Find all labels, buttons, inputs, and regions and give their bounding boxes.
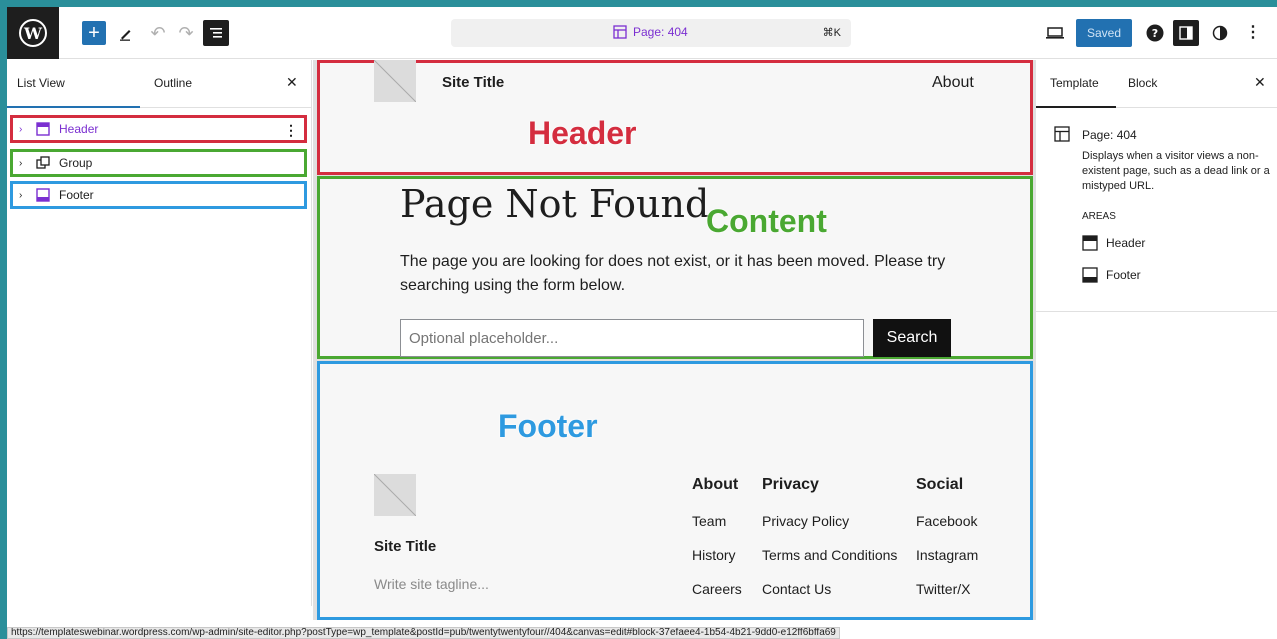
list-view-icon: [210, 28, 222, 38]
layout-icon: [1054, 126, 1070, 142]
content-description[interactable]: The page you are looking for does not ex…: [400, 250, 960, 298]
list-item-footer[interactable]: › Footer: [10, 181, 307, 209]
tab-outline[interactable]: Outline: [154, 76, 192, 90]
options-button[interactable]: ⋮: [1241, 21, 1265, 45]
document-overview-button[interactable]: [203, 20, 229, 46]
search-input[interactable]: Optional placeholder...: [400, 319, 864, 357]
template-title: Page: 404: [1082, 128, 1137, 142]
editor-canvas: Site Title About Header Page Not Found C…: [313, 60, 1035, 620]
saved-button[interactable]: Saved: [1076, 19, 1132, 47]
more-vertical-icon: ⋮: [1245, 24, 1261, 41]
content-title[interactable]: Page Not Found: [400, 182, 709, 226]
footer-link[interactable]: Team: [692, 513, 726, 529]
footer-annotation-label: Footer: [498, 408, 598, 444]
svg-text:W: W: [23, 24, 43, 43]
footer-template-part[interactable]: Footer Site Title Write site tagline... …: [317, 361, 1033, 620]
plus-icon: +: [88, 22, 100, 44]
list-view-tabs: List View Outline ✕: [7, 60, 311, 108]
settings-sidebar: Template Block ✕ Page: 404 Displays when…: [1035, 60, 1277, 620]
area-header-item[interactable]: Header: [1082, 235, 1145, 251]
document-title-text: Page: 404: [633, 25, 688, 39]
footer-link[interactable]: Careers: [692, 581, 742, 597]
tab-template[interactable]: Template: [1050, 76, 1099, 90]
footer-link[interactable]: Terms and Conditions: [762, 547, 897, 563]
list-item-header-label: Header: [59, 122, 99, 136]
layout-icon: [613, 25, 627, 39]
close-list-view-icon[interactable]: ✕: [286, 74, 298, 91]
area-header-label: Header: [1106, 236, 1146, 250]
add-block-button[interactable]: +: [82, 21, 106, 45]
group-block-icon: [35, 155, 51, 171]
browser-status-url: https://templateswebinar.wordpress.com/w…: [7, 627, 840, 639]
tab-list-view[interactable]: List View: [17, 76, 65, 90]
footer-col-social-heading[interactable]: Social: [916, 476, 963, 494]
header-template-part[interactable]: Site Title About Header: [317, 60, 1033, 175]
search-button[interactable]: Search: [873, 319, 951, 357]
active-tab-indicator: [7, 106, 140, 108]
chevron-right-icon[interactable]: ›: [19, 158, 35, 169]
wordpress-logo-icon: W: [19, 19, 47, 47]
content-annotation-label: Content: [706, 203, 827, 239]
site-editor: W + ↶ ↷ Page: 404 ⌘K Saved ? ⋮ List View…: [7, 7, 1277, 639]
header-area-icon: [1082, 235, 1098, 251]
undo-icon: ↶: [150, 23, 166, 43]
footer-tagline[interactable]: Write site tagline...: [374, 576, 489, 592]
footer-logo-placeholder[interactable]: [374, 474, 416, 516]
help-button[interactable]: ?: [1143, 21, 1167, 45]
command-bar[interactable]: Page: 404 ⌘K: [451, 19, 851, 47]
footer-link[interactable]: History: [692, 547, 736, 563]
redo-button[interactable]: ↷: [174, 21, 198, 45]
footer-link[interactable]: Facebook: [916, 513, 977, 529]
tab-block[interactable]: Block: [1128, 76, 1157, 90]
footer-area-icon: [1082, 267, 1098, 283]
template-summary: Page: 404 Displays when a visitor views …: [1036, 108, 1277, 312]
command-shortcut: ⌘K: [822, 27, 841, 39]
tools-button[interactable]: [114, 21, 138, 45]
content-group[interactable]: Page Not Found Content The page you are …: [317, 176, 1033, 359]
settings-sidebar-button[interactable]: [1173, 20, 1199, 46]
list-item-group[interactable]: › Group: [10, 149, 307, 177]
header-site-title[interactable]: Site Title: [442, 74, 504, 91]
footer-link[interactable]: Privacy Policy: [762, 513, 849, 529]
contrast-icon: [1212, 25, 1228, 41]
sidebar-icon: [1179, 26, 1193, 40]
chevron-right-icon[interactable]: ›: [19, 124, 35, 135]
areas-heading: AREAS: [1082, 211, 1116, 222]
footer-link[interactable]: Twitter/X: [916, 581, 970, 597]
template-description: Displays when a visitor views a non-exis…: [1082, 150, 1270, 192]
pencil-icon: [120, 30, 131, 41]
footer-col-about-heading[interactable]: About: [692, 476, 738, 494]
footer-site-title[interactable]: Site Title: [374, 538, 436, 555]
styles-button[interactable]: [1208, 21, 1232, 45]
area-footer-label: Footer: [1106, 268, 1141, 282]
wordpress-logo-button[interactable]: W: [7, 7, 59, 59]
chevron-right-icon[interactable]: ›: [19, 190, 35, 201]
redo-icon: ↷: [178, 23, 194, 43]
list-item-group-label: Group: [59, 156, 93, 170]
list-item-footer-label: Footer: [59, 188, 94, 202]
document-title: Page: 404: [613, 25, 688, 39]
search-placeholder: Optional placeholder...: [409, 330, 559, 347]
list-item-header[interactable]: › Header ⋮: [10, 115, 307, 143]
undo-button[interactable]: ↶: [146, 21, 170, 45]
list-view-panel: List View Outline ✕ › Header ⋮ › Group ›…: [7, 60, 312, 606]
footer-block-icon: [35, 187, 51, 203]
footer-link[interactable]: Contact Us: [762, 581, 831, 597]
header-nav-about[interactable]: About: [932, 74, 974, 92]
header-block-icon: [35, 121, 51, 137]
svg-text:?: ?: [1152, 27, 1158, 40]
settings-tabs: Template Block ✕: [1036, 60, 1277, 108]
desktop-icon: [1046, 27, 1064, 39]
footer-col-privacy-heading[interactable]: Privacy: [762, 476, 819, 494]
header-annotation-label: Header: [528, 115, 637, 151]
footer-link[interactable]: Instagram: [916, 547, 978, 563]
close-settings-icon[interactable]: ✕: [1254, 74, 1266, 91]
block-options-icon[interactable]: ⋮: [284, 122, 298, 139]
help-icon: ?: [1146, 24, 1164, 42]
site-logo-placeholder[interactable]: [374, 60, 416, 102]
editor-toolbar: W + ↶ ↷ Page: 404 ⌘K Saved ? ⋮: [7, 7, 1277, 59]
area-footer-item[interactable]: Footer: [1082, 267, 1141, 283]
preview-button[interactable]: [1043, 21, 1067, 45]
